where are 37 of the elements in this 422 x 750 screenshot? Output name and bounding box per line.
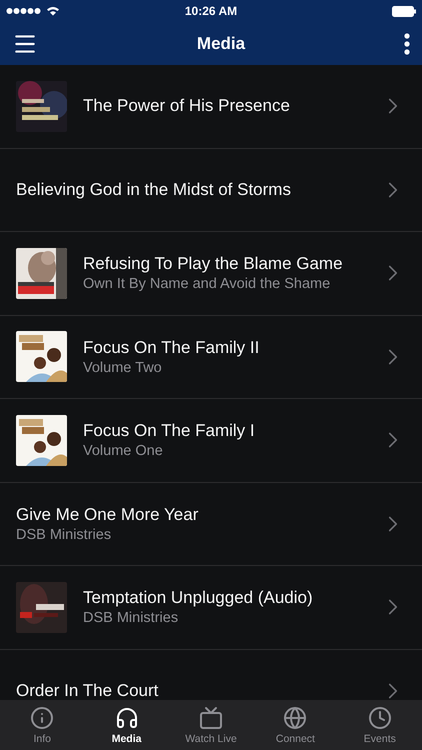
- media-title: Believing God in the Midst of Storms: [16, 180, 291, 200]
- media-subtitle: Volume One: [83, 443, 163, 460]
- more-options-button[interactable]: [404, 32, 410, 54]
- media-title: Order In The Court: [16, 680, 158, 700]
- media-row[interactable]: Refusing To Play the Blame Game Own It By Name and Avoid the Shame: [0, 232, 422, 316]
- media-row[interactable]: Focus On The Family II Volume Two: [0, 316, 422, 399]
- globe-icon: [283, 706, 308, 730]
- media-row[interactable]: Give Me One More Year DSB Ministries: [0, 482, 422, 566]
- media-row[interactable]: Focus On The Family I Volume One: [0, 399, 422, 482]
- media-row[interactable]: The Power of His Presence: [0, 65, 422, 148]
- tab[interactable]: Events: [338, 700, 422, 750]
- tv-icon: [199, 706, 224, 730]
- media-row[interactable]: Believing God in the Midst of Storms: [0, 148, 422, 232]
- media-subtitle: Volume Two: [83, 360, 162, 376]
- battery-icon: [392, 6, 416, 16]
- tab[interactable]: Info: [0, 700, 84, 750]
- status-time: 10:26 AM: [184, 4, 238, 18]
- tab[interactable]: Watch Live: [168, 700, 254, 750]
- clock-icon: [368, 706, 392, 730]
- media-subtitle: DSB Ministries: [83, 610, 178, 626]
- info-icon: [30, 706, 54, 730]
- media-subtitle: Own It By Name and Avoid the Shame: [83, 276, 330, 292]
- media-title: The Power of His Presence: [83, 96, 290, 116]
- wifi-icon: [46, 6, 60, 16]
- media-title: Temptation Unplugged (Audio): [83, 588, 313, 608]
- media-title: Give Me One More Year: [16, 504, 198, 525]
- media-title: Refusing To Play the Blame Game: [83, 254, 343, 274]
- page-title: Media: [196, 34, 246, 54]
- signal-icon: [6, 7, 42, 15]
- media-subtitle: DSB Ministries: [16, 526, 112, 543]
- media-row[interactable]: Temptation Unplugged (Audio) DSB Ministries: [0, 566, 422, 650]
- tab[interactable]: Media: [84, 700, 169, 750]
- media-title: Focus On The Family II: [83, 338, 260, 358]
- media-title: Focus On The Family I: [83, 421, 255, 442]
- tab[interactable]: Connect: [253, 700, 338, 750]
- more-icon: [404, 32, 410, 54]
- headphones-icon: [114, 706, 139, 730]
